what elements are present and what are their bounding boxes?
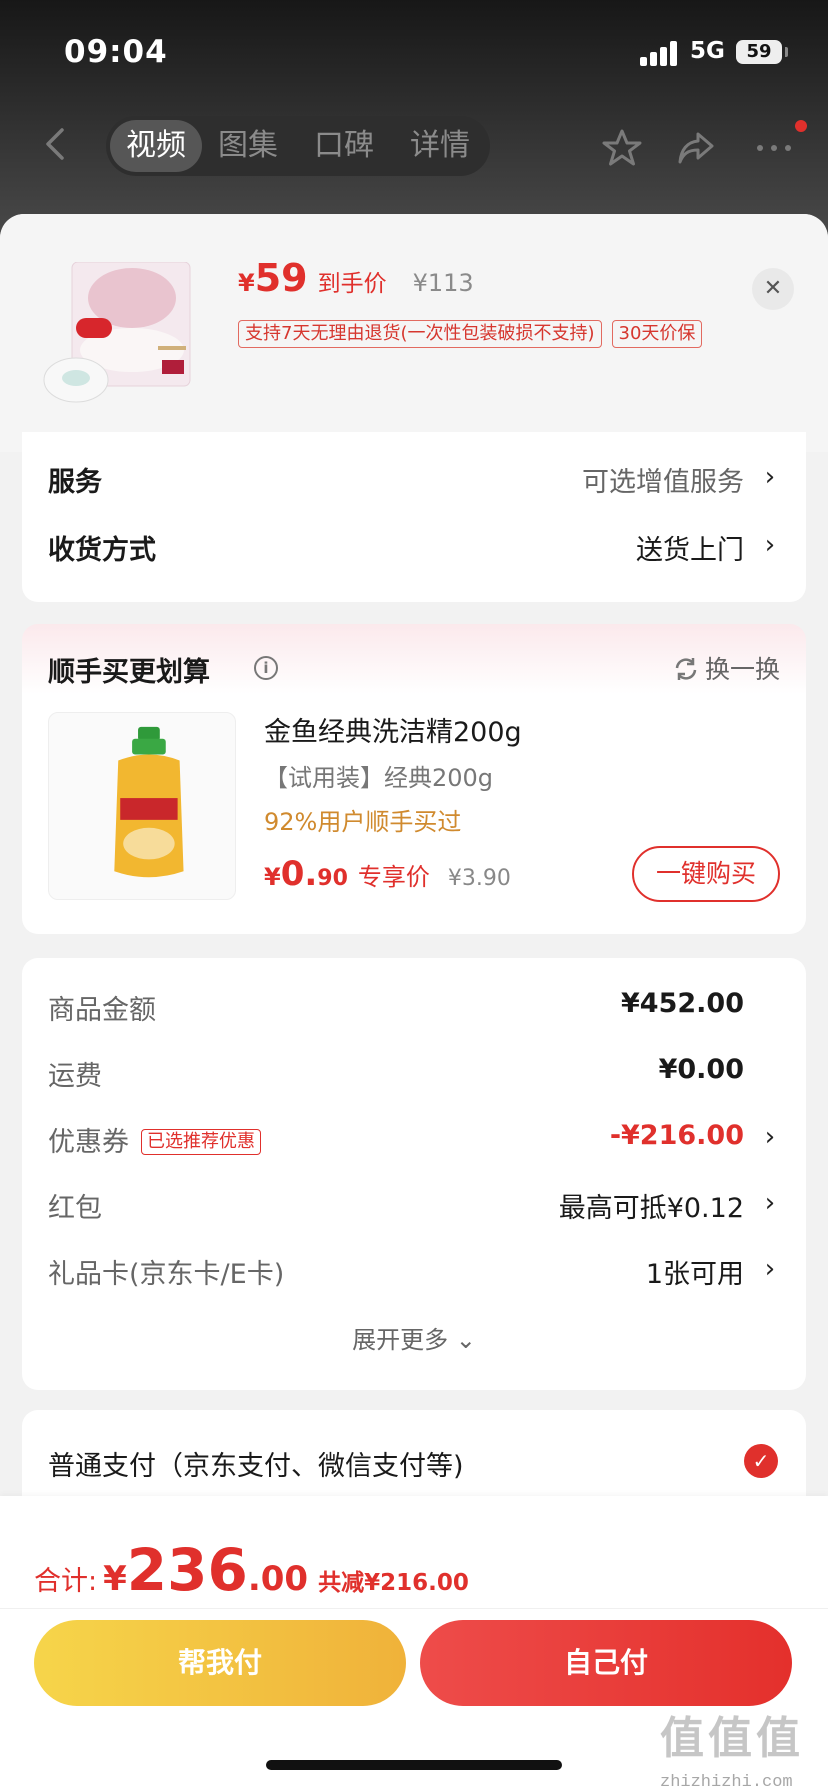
goods-amount-row: 商品金额 ¥452.00 bbox=[48, 988, 780, 1028]
check-icon[interactable]: ✓ bbox=[744, 1444, 778, 1478]
upsell-spec: 【试用装】经典200g bbox=[264, 764, 494, 792]
service-row[interactable]: 服务 可选增值服务 › bbox=[48, 460, 780, 500]
status-bar: 09:04 5G 59 bbox=[0, 32, 828, 72]
divider bbox=[0, 1608, 828, 1609]
close-icon[interactable]: ✕ bbox=[752, 268, 794, 310]
coupon-selected-tag: 已选推荐优惠 bbox=[141, 1129, 261, 1155]
expand-more-label: 展开更多 bbox=[352, 1326, 449, 1354]
redpacket-row[interactable]: 红包 最高可抵¥0.12 › bbox=[48, 1186, 780, 1226]
chevron-down-icon: ⌄ bbox=[455, 1326, 476, 1354]
coupon-row[interactable]: 优惠券 已选推荐优惠 -¥216.00 › bbox=[48, 1120, 780, 1160]
price-currency: ¥ bbox=[238, 269, 255, 297]
upsell-currency: ¥ bbox=[264, 863, 281, 891]
total-saving: 共减¥216.00 bbox=[318, 1570, 469, 1596]
watermark-logo: 值值值 bbox=[660, 1717, 804, 1767]
service-label: 服务 bbox=[48, 467, 102, 498]
swap-label: 换一换 bbox=[704, 655, 780, 684]
giftcard-row[interactable]: 礼品卡(京东卡/E卡) 1张可用 › bbox=[48, 1252, 780, 1292]
swap-button[interactable]: 换一换 bbox=[673, 650, 780, 686]
delivery-row[interactable]: 收货方式 送货上门 › bbox=[48, 528, 780, 568]
tab-reviews[interactable]: 口碑 bbox=[298, 116, 390, 176]
watermark: 值值值 zhizhizhi.com bbox=[660, 1702, 820, 1792]
star-icon[interactable] bbox=[602, 128, 642, 168]
payment-method-label[interactable]: 普通支付（京东支付、微信支付等) bbox=[48, 1444, 464, 1483]
product-price-line: ¥59 到手价 ¥113 bbox=[238, 256, 474, 306]
battery-icon: 59 bbox=[736, 40, 788, 64]
more-icon[interactable] bbox=[754, 128, 794, 168]
detergent-product-image[interactable] bbox=[48, 712, 236, 900]
chevron-right-icon: › bbox=[764, 1122, 776, 1152]
redpacket-label: 红包 bbox=[48, 1193, 102, 1224]
status-time: 09:04 bbox=[64, 34, 168, 70]
delivery-value: 送货上门 bbox=[636, 535, 744, 566]
giftcard-value: 1张可用 bbox=[645, 1259, 744, 1290]
final-price-tag: 到手价 bbox=[317, 271, 387, 297]
nav-bar: 视频 图集 口碑 详情 bbox=[0, 112, 828, 182]
chevron-right-icon: › bbox=[764, 462, 776, 492]
chevron-right-icon: › bbox=[764, 530, 776, 560]
upsell-name: 金鱼经典洗洁精200g bbox=[264, 717, 522, 748]
upsell-price-tag: 专享价 bbox=[357, 863, 430, 891]
chevron-right-icon: › bbox=[764, 1188, 776, 1218]
total-int: 236 bbox=[126, 1536, 248, 1604]
total-dec: .00 bbox=[247, 1559, 309, 1599]
notification-dot bbox=[795, 120, 807, 132]
summary-card: 商品金额 ¥452.00 运费 ¥0.00 优惠券 已选推荐优惠 -¥216.00… bbox=[22, 958, 806, 1390]
total-currency: ¥ bbox=[103, 1559, 127, 1599]
delivery-label: 收货方式 bbox=[48, 535, 156, 566]
tab-video[interactable]: 视频 bbox=[110, 120, 202, 172]
upsell-title: 顺手买更划算 bbox=[48, 657, 210, 688]
giftcard-label: 礼品卡(京东卡/E卡) bbox=[48, 1259, 285, 1290]
upsell-price-int: 0. bbox=[280, 854, 318, 894]
goods-amount-value: ¥452.00 bbox=[621, 988, 744, 1019]
service-card: 服务 可选增值服务 › 收货方式 送货上门 › bbox=[22, 432, 806, 602]
upsell-card: 顺手买更划算 i 换一换 金鱼经典洗洁精200g 【试用装】经典200g 92%… bbox=[22, 624, 806, 934]
network-label: 5G bbox=[690, 38, 725, 64]
product-tags: 支持7天无理由退货(一次性包装破损不支持) 30天价保 bbox=[238, 320, 712, 348]
upsell-price-dec: 90 bbox=[317, 866, 348, 891]
signal-icon bbox=[640, 40, 680, 66]
one-click-buy-button[interactable]: 一键购买 bbox=[632, 846, 780, 902]
help-me-pay-button[interactable]: 帮我付 bbox=[34, 1620, 406, 1706]
coupon-label: 优惠券 bbox=[48, 1127, 129, 1158]
total-line: 合计: ¥236.00 共减¥216.00 bbox=[34, 1536, 469, 1606]
original-price: ¥113 bbox=[412, 269, 474, 297]
coupon-label-group: 优惠券 已选推荐优惠 bbox=[48, 1120, 261, 1159]
home-indicator bbox=[266, 1760, 562, 1770]
back-icon[interactable] bbox=[38, 126, 74, 162]
tab-gallery[interactable]: 图集 bbox=[202, 116, 294, 176]
price-protect-tag: 30天价保 bbox=[611, 320, 703, 348]
shipping-value: ¥0.00 bbox=[658, 1054, 744, 1085]
product-header: ¥59 到手价 ¥113 支持7天无理由退货(一次性包装破损不支持) 30天价保 ✕ bbox=[0, 214, 828, 452]
coupon-value: -¥216.00 bbox=[609, 1120, 744, 1151]
final-price: 59 bbox=[254, 256, 308, 300]
diaper-product-image bbox=[43, 262, 191, 403]
upsell-original-price: ¥3.90 bbox=[447, 866, 511, 891]
total-label: 合计: bbox=[34, 1566, 98, 1597]
upsell-price: ¥0.90 专享价 ¥3.90 bbox=[264, 854, 511, 894]
checkout-bar: 合计: ¥236.00 共减¥216.00 帮我付 自己付 值值值 zhizhizh… bbox=[0, 1496, 828, 1792]
shipping-row: 运费 ¥0.00 bbox=[48, 1054, 780, 1094]
info-icon[interactable]: i bbox=[254, 656, 278, 680]
return-policy-tag: 支持7天无理由退货(一次性包装破损不支持) bbox=[238, 320, 602, 348]
share-icon[interactable] bbox=[676, 128, 716, 168]
refresh-icon bbox=[675, 658, 697, 680]
chevron-right-icon: › bbox=[764, 1254, 776, 1284]
media-tabs: 视频 图集 口碑 详情 bbox=[106, 116, 490, 176]
upsell-percent: 92%用户顺手买过 bbox=[264, 808, 462, 836]
watermark-url: zhizhizhi.com bbox=[660, 1773, 793, 1792]
goods-amount-label: 商品金额 bbox=[48, 995, 156, 1026]
redpacket-value: 最高可抵¥0.12 bbox=[558, 1193, 744, 1224]
tab-details[interactable]: 详情 bbox=[394, 116, 486, 176]
pay-myself-button[interactable]: 自己付 bbox=[420, 1620, 792, 1706]
expand-more-button[interactable]: 展开更多 ⌄ bbox=[22, 1320, 806, 1355]
shipping-label: 运费 bbox=[48, 1061, 102, 1092]
service-value: 可选增值服务 bbox=[582, 467, 744, 498]
